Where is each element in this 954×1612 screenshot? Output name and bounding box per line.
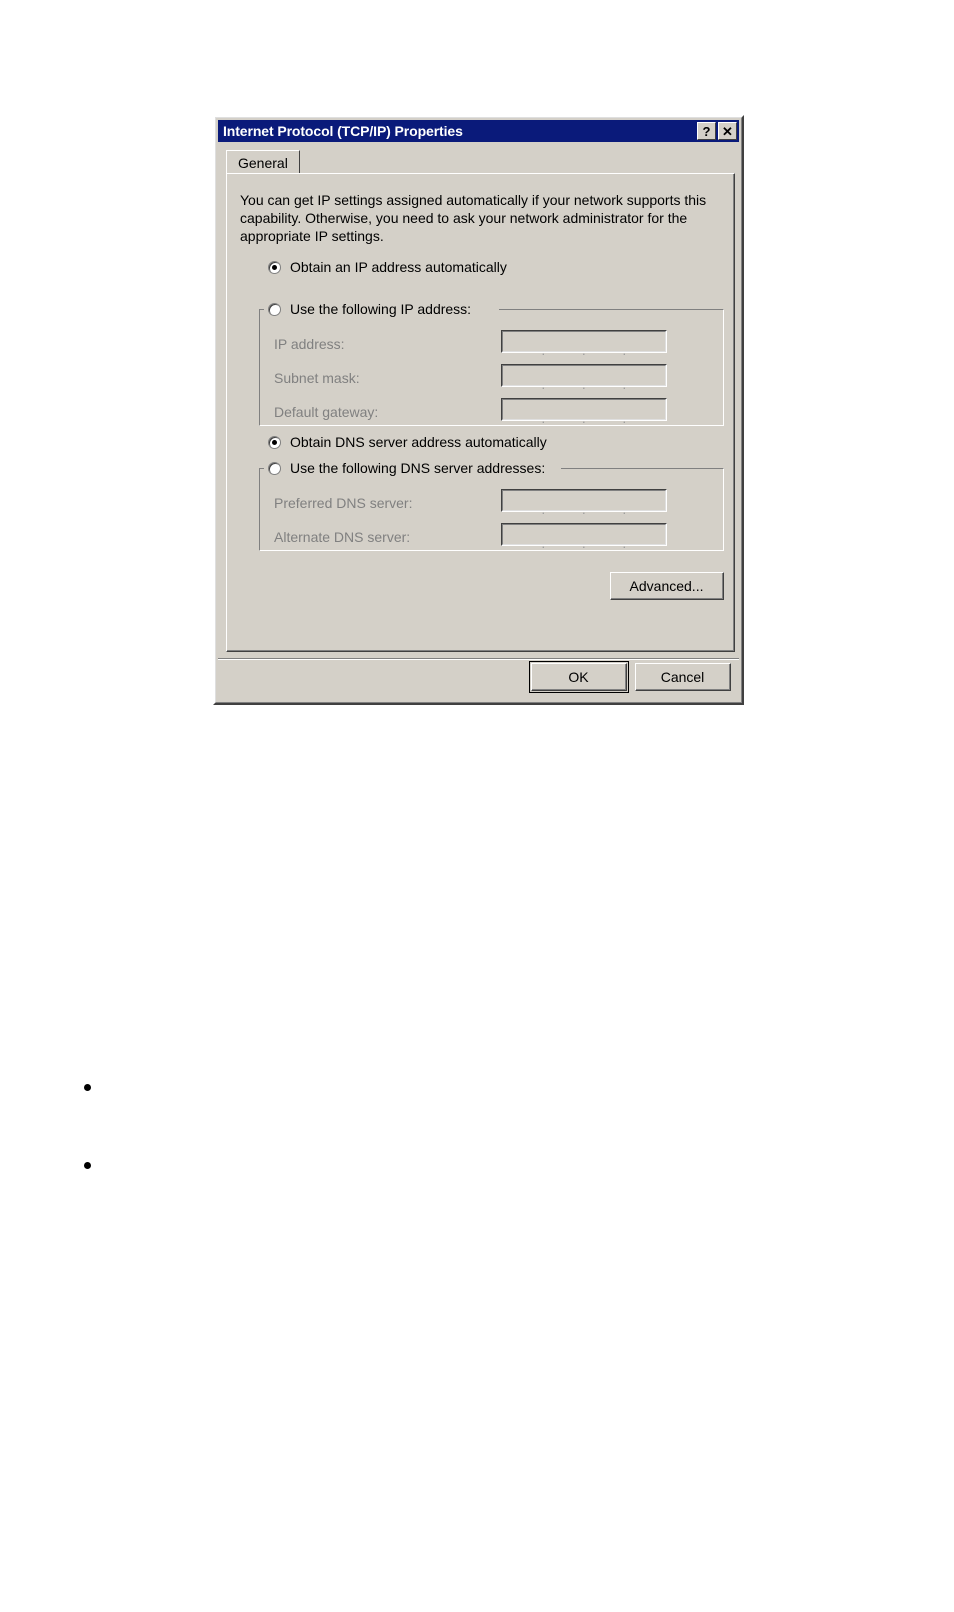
ip-address-octet-3[interactable] bbox=[584, 332, 625, 351]
general-tab-panel: You can get IP settings assigned automat… bbox=[226, 173, 735, 652]
cancel-button[interactable]: Cancel bbox=[635, 663, 731, 691]
footer-separator bbox=[218, 658, 739, 660]
tab-general-label: General bbox=[238, 155, 288, 171]
tab-strip: General bbox=[226, 150, 731, 175]
advanced-button-bevel: Advanced... bbox=[611, 573, 723, 599]
preferred-dns-octet-1[interactable] bbox=[503, 491, 544, 510]
radio-use-following-ip-indicator[interactable] bbox=[268, 302, 281, 316]
default-gateway-input[interactable]: . . . bbox=[501, 398, 667, 425]
help-button[interactable]: ? bbox=[697, 122, 716, 140]
radio-obtain-ip-auto-label: Obtain an IP address automatically bbox=[290, 259, 507, 275]
radio-use-following-dns[interactable]: Use the following DNS server addresses: bbox=[268, 460, 545, 476]
preferred-dns-input-bevel: . . . bbox=[502, 490, 666, 516]
subnet-mask-label: Subnet mask: bbox=[274, 370, 360, 386]
ip-address-octet-1[interactable] bbox=[503, 332, 544, 351]
ip-address-label: IP address: bbox=[274, 336, 345, 352]
radio-use-following-dns-indicator[interactable] bbox=[268, 461, 281, 475]
subnet-mask-octet-1[interactable] bbox=[503, 366, 544, 385]
alternate-dns-octet-4[interactable] bbox=[625, 525, 666, 544]
default-gateway-input-bevel: . . . bbox=[502, 399, 666, 425]
radio-use-following-ip[interactable]: Use the following IP address: bbox=[268, 301, 471, 317]
tab-general[interactable]: General bbox=[226, 150, 300, 175]
radio-obtain-dns-auto-indicator[interactable] bbox=[268, 435, 281, 449]
close-button[interactable]: ✕ bbox=[718, 122, 737, 140]
default-gateway-label: Default gateway: bbox=[274, 404, 379, 420]
preferred-dns-input[interactable]: . . . bbox=[501, 489, 667, 516]
subnet-mask-octet-2[interactable] bbox=[544, 366, 585, 385]
default-gateway-octet-2[interactable] bbox=[544, 400, 585, 419]
default-gateway-octet-4[interactable] bbox=[625, 400, 666, 419]
default-gateway-octet-3[interactable] bbox=[584, 400, 625, 419]
advanced-button-label: Advanced... bbox=[629, 577, 704, 594]
ok-button[interactable]: OK bbox=[529, 661, 629, 693]
radio-obtain-dns-auto-label: Obtain DNS server address automatically bbox=[290, 434, 547, 450]
radio-use-following-dns-label: Use the following DNS server addresses: bbox=[290, 460, 546, 476]
ip-address-octet-4[interactable] bbox=[625, 332, 666, 351]
ip-address-octet-2[interactable] bbox=[544, 332, 585, 351]
alternate-dns-octet-3[interactable] bbox=[584, 525, 625, 544]
radio-obtain-dns-auto[interactable]: Obtain DNS server address automatically bbox=[268, 434, 547, 450]
cancel-button-label: Cancel bbox=[660, 668, 705, 685]
ok-button-label: OK bbox=[568, 668, 589, 685]
tcpip-properties-dialog: Internet Protocol (TCP/IP) Properties ? … bbox=[213, 115, 744, 705]
radio-use-following-ip-label: Use the following IP address: bbox=[290, 301, 472, 317]
intro-text: You can get IP settings assigned automat… bbox=[240, 192, 707, 244]
preferred-dns-octet-3[interactable] bbox=[584, 491, 625, 510]
preferred-dns-octet-4[interactable] bbox=[625, 491, 666, 510]
subnet-mask-octet-3[interactable] bbox=[584, 366, 625, 385]
alternate-dns-octet-2[interactable] bbox=[544, 525, 585, 544]
preferred-dns-octet-2[interactable] bbox=[544, 491, 585, 510]
subnet-mask-input-bevel: . . . bbox=[502, 365, 666, 391]
ip-address-input[interactable]: . . . bbox=[501, 330, 667, 357]
alternate-dns-input-bevel: . . . bbox=[502, 524, 666, 550]
radio-obtain-ip-auto[interactable]: Obtain an IP address automatically bbox=[268, 259, 507, 275]
alternate-dns-octet-1[interactable] bbox=[503, 525, 544, 544]
ip-address-input-bevel: . . . bbox=[502, 331, 666, 357]
list-item-bullet-2 bbox=[84, 1162, 91, 1169]
subnet-mask-octet-4[interactable] bbox=[625, 366, 666, 385]
radio-obtain-ip-auto-indicator[interactable] bbox=[268, 260, 281, 274]
list-item-bullet-1 bbox=[84, 1084, 91, 1091]
subnet-mask-input[interactable]: . . . bbox=[501, 364, 667, 391]
alternate-dns-label: Alternate DNS server: bbox=[274, 529, 411, 545]
default-gateway-octet-1[interactable] bbox=[503, 400, 544, 419]
title-bar[interactable]: Internet Protocol (TCP/IP) Properties ? … bbox=[218, 120, 739, 142]
ok-button-bevel: OK bbox=[532, 664, 626, 690]
alternate-dns-input[interactable]: . . . bbox=[501, 523, 667, 550]
preferred-dns-label: Preferred DNS server: bbox=[274, 495, 413, 511]
advanced-button[interactable]: Advanced... bbox=[610, 572, 724, 600]
cancel-button-bevel: Cancel bbox=[636, 664, 730, 690]
window-title: Internet Protocol (TCP/IP) Properties bbox=[223, 123, 463, 139]
